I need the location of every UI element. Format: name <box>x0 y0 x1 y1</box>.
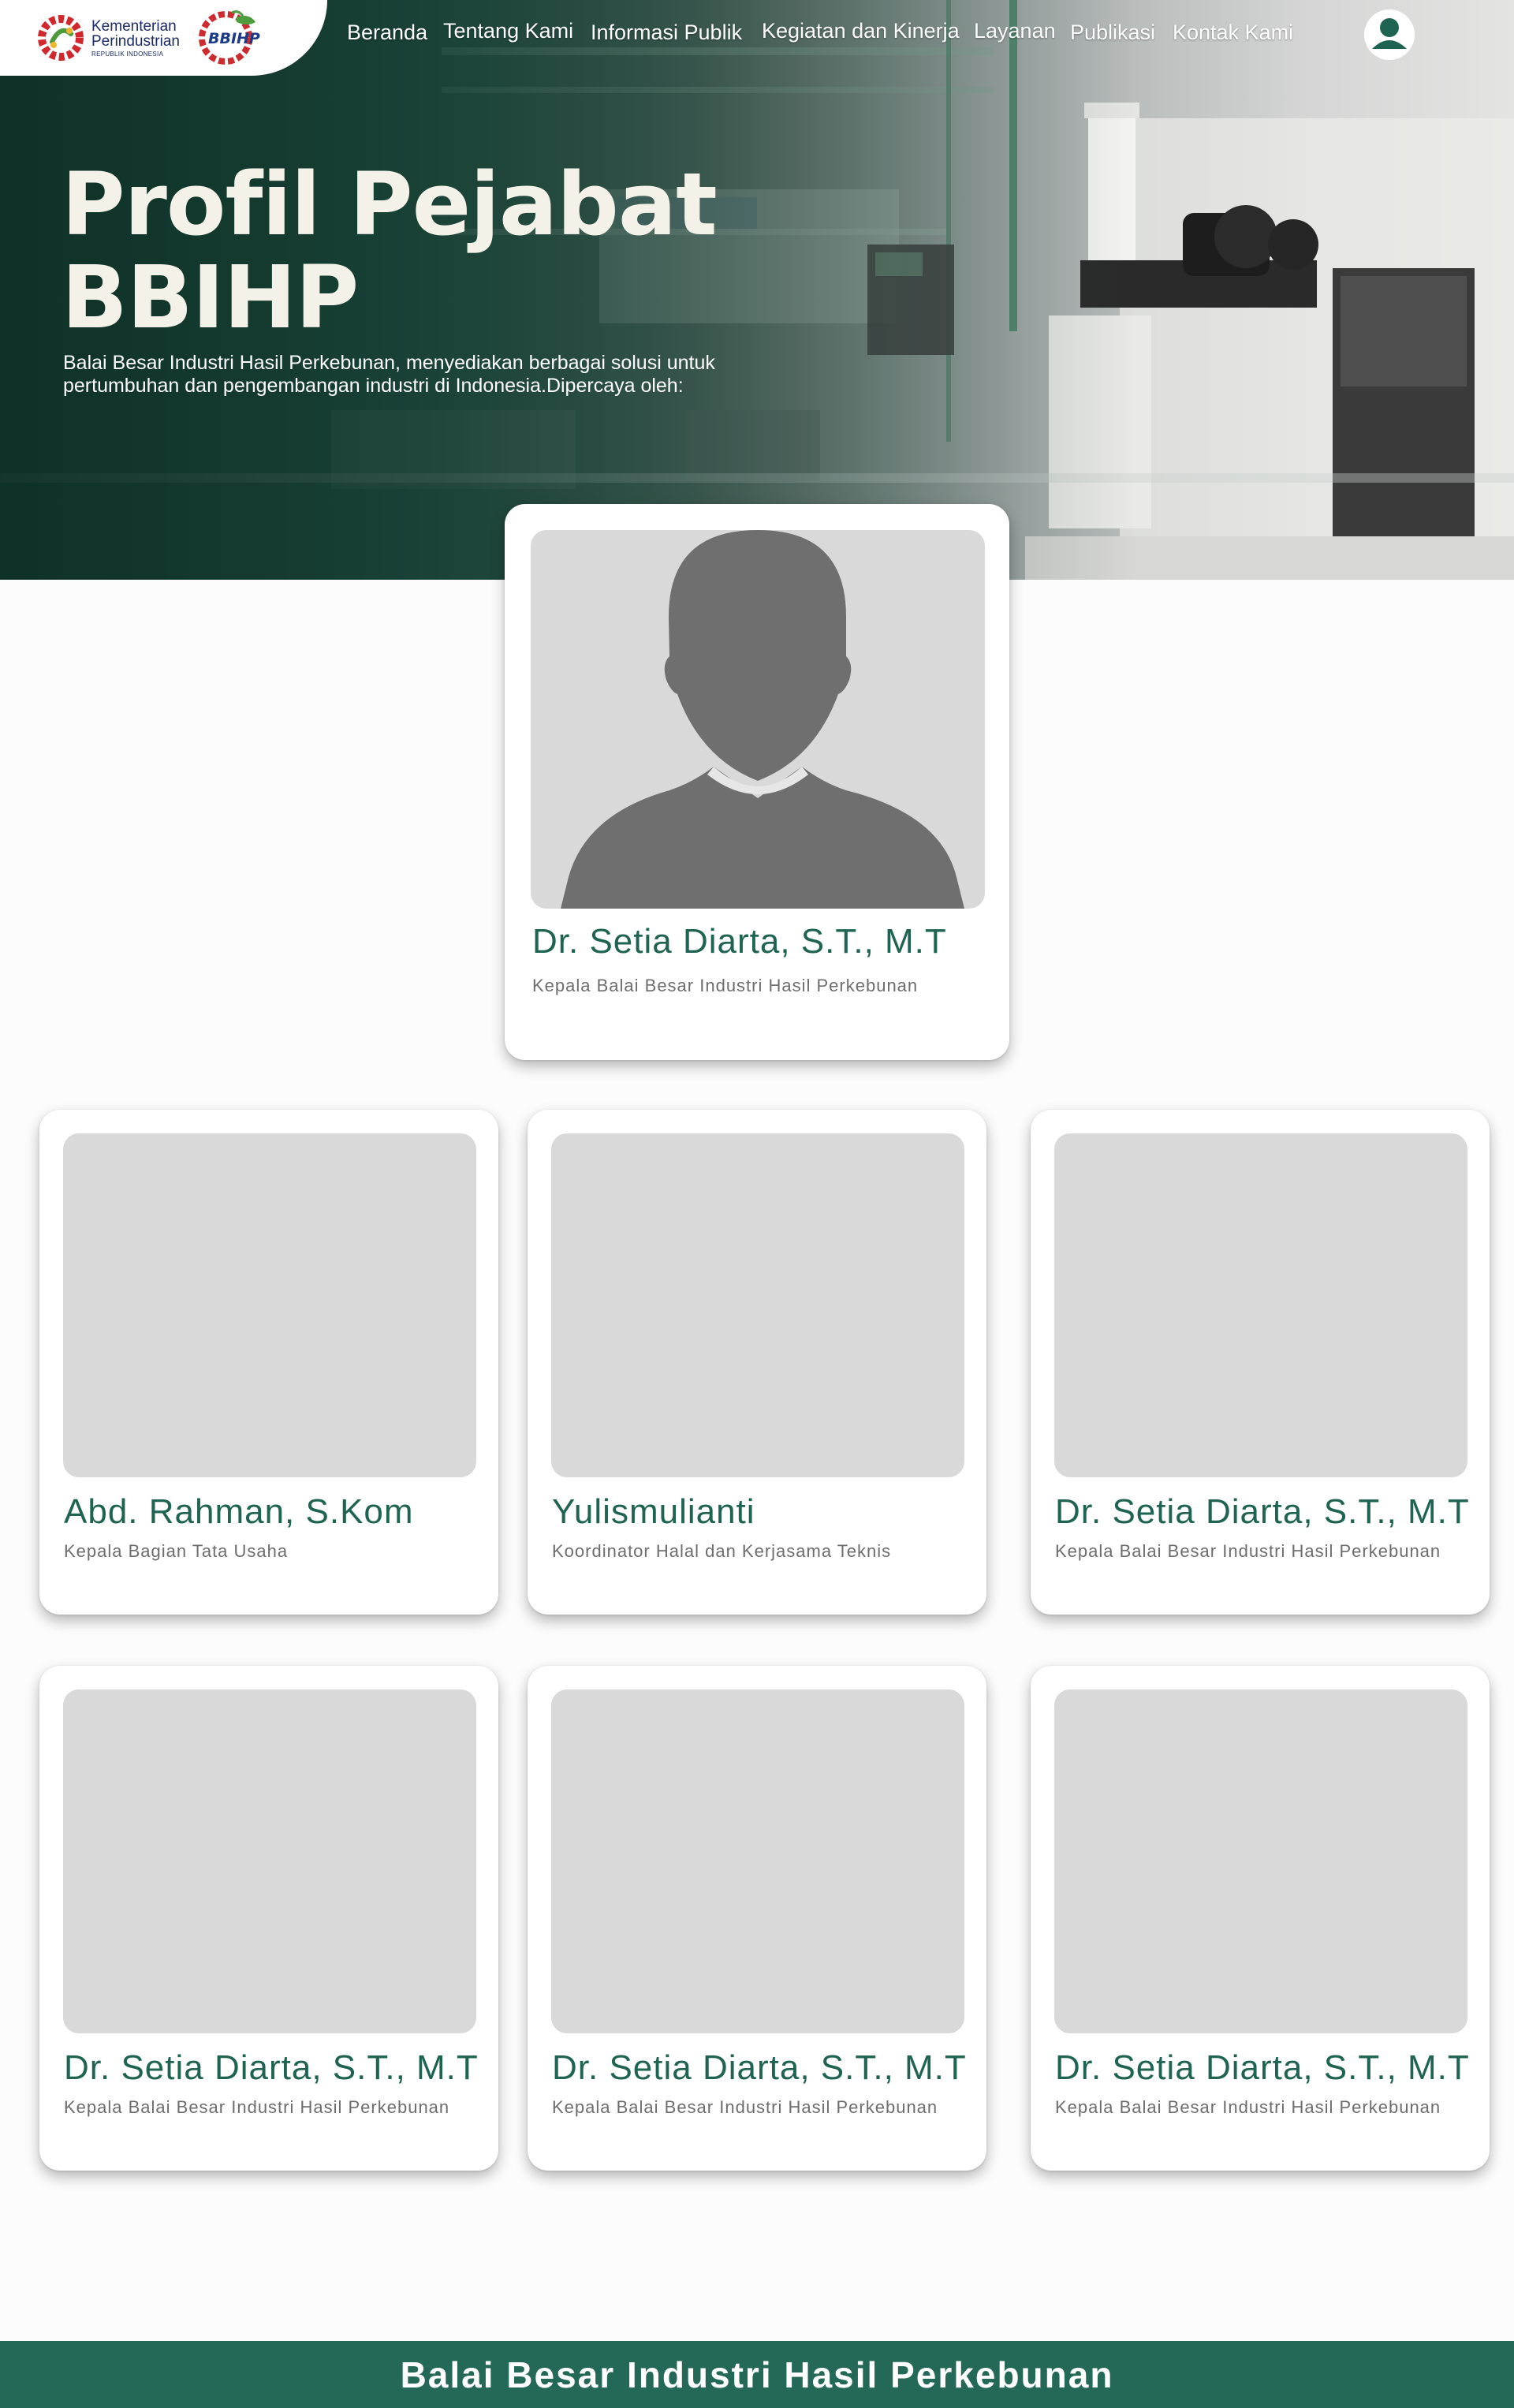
kemenperin-logo[interactable]: Kementerian Perindustrian REPUBLIK INDON… <box>36 13 180 62</box>
official-photo-placeholder <box>551 1133 964 1477</box>
subtitle-line1: Balai Besar Industri Hasil Perkebunan, m… <box>63 352 715 374</box>
kemenperin-gear-icon <box>38 15 84 61</box>
page-title-line2: BBIHP <box>62 247 359 348</box>
official-name: Dr. Setia Diarta, S.T., M.T <box>1055 2048 1470 2087</box>
official-card[interactable]: Dr. Setia Diarta, S.T., M.T Kepala Balai… <box>1031 1666 1490 2171</box>
kemenperin-line3: REPUBLIK INDONESIA <box>91 50 164 58</box>
featured-official-card[interactable]: Dr. Setia Diarta, S.T., M.T Kepala Balai… <box>505 504 1009 1060</box>
official-photo-placeholder <box>63 1689 476 2033</box>
official-card[interactable]: Dr. Setia Diarta, S.T., M.T Kepala Balai… <box>528 1666 986 2171</box>
official-photo-placeholder <box>1054 1133 1467 1477</box>
official-role: Kepala Balai Besar Industri Hasil Perkeb… <box>64 2097 450 2117</box>
official-photo <box>531 530 985 909</box>
nav-tentang-kami[interactable]: Tentang Kami <box>443 19 573 43</box>
kemenperin-line2: Perindustrian <box>91 32 180 50</box>
logo-area[interactable]: Kementerian Perindustrian REPUBLIK INDON… <box>0 0 327 76</box>
nav-kontak-kami[interactable]: Kontak Kami <box>1173 21 1293 45</box>
page-title: Profil Pejabat BBIHP <box>62 154 718 348</box>
bbihp-logo[interactable]: BBIHP <box>196 9 268 66</box>
official-name: Dr. Setia Diarta, S.T., M.T <box>532 922 947 961</box>
official-role: Kepala Bagian Tata Usaha <box>64 1541 289 1561</box>
page-title-line1: Profil Pejabat <box>62 154 718 255</box>
user-icon <box>1366 11 1413 58</box>
page-subtitle: Balai Besar Industri Hasil Perkebunan, m… <box>63 352 757 398</box>
official-role: Kepala Balai Besar Industri Hasil Perkeb… <box>552 2097 938 2117</box>
bbihp-logo-mark: BBIHP <box>198 10 260 65</box>
official-name: Dr. Setia Diarta, S.T., M.T <box>64 2048 479 2087</box>
official-card[interactable]: Dr. Setia Diarta, S.T., M.T Kepala Balai… <box>39 1666 498 2171</box>
nav-kegiatan-dan-kinerja[interactable]: Kegiatan dan Kinerja <box>762 19 960 43</box>
nav-publikasi[interactable]: Publikasi <box>1070 21 1155 45</box>
official-role: Koordinator Halal dan Kerjasama Teknis <box>552 1541 892 1561</box>
nav-beranda[interactable]: Beranda <box>347 21 427 45</box>
official-role: Kepala Balai Besar Industri Hasil Perkeb… <box>1055 1541 1441 1561</box>
official-name: Dr. Setia Diarta, S.T., M.T <box>552 2048 967 2087</box>
subtitle-line2: pertumbuhan dan pengembangan industri di… <box>63 375 684 397</box>
kemenperin-line1: Kementerian <box>91 17 177 35</box>
nav-layanan[interactable]: Layanan <box>974 19 1056 43</box>
footer: Balai Besar Industri Hasil Perkebunan <box>0 2341 1514 2408</box>
official-photo-placeholder <box>63 1133 476 1477</box>
official-card[interactable]: Yulismulianti Koordinator Halal dan Kerj… <box>528 1110 986 1615</box>
official-photo-placeholder <box>551 1689 964 2033</box>
official-role: Kepala Balai Besar Industri Hasil Perkeb… <box>1055 2097 1441 2117</box>
official-card[interactable]: Dr. Setia Diarta, S.T., M.T Kepala Balai… <box>1031 1110 1490 1615</box>
footer-text: Balai Besar Industri Hasil Perkebunan <box>400 2354 1114 2395</box>
nav-informasi-publik[interactable]: Informasi Publik <box>591 21 742 45</box>
official-photo-placeholder <box>1054 1689 1467 2033</box>
official-name: Dr. Setia Diarta, S.T., M.T <box>1055 1492 1470 1531</box>
official-card[interactable]: Abd. Rahman, S.Kom Kepala Bagian Tata Us… <box>39 1110 498 1615</box>
official-name: Abd. Rahman, S.Kom <box>64 1492 414 1531</box>
bbihp-logo-text: BBIHP <box>208 30 260 47</box>
user-account-button[interactable] <box>1364 9 1415 60</box>
person-silhouette-icon <box>561 530 964 909</box>
official-name: Yulismulianti <box>552 1492 755 1531</box>
official-role: Kepala Balai Besar Industri Hasil Perkeb… <box>532 976 919 995</box>
